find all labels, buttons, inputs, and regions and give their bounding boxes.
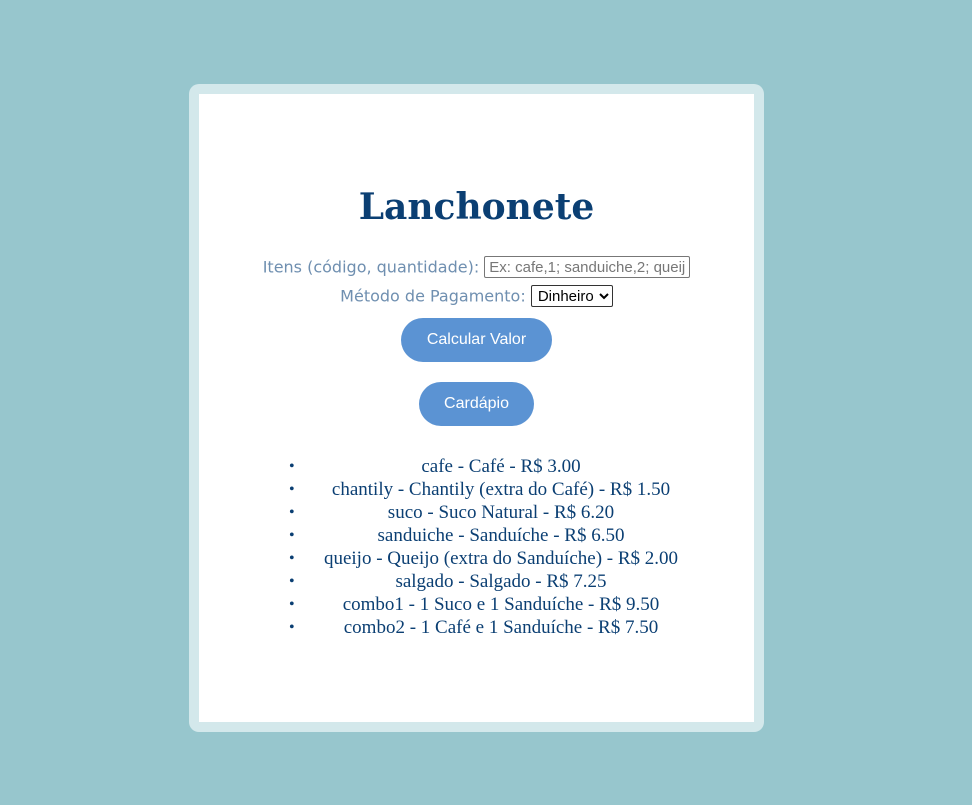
payment-label: Método de Pagamento:	[340, 286, 526, 306]
list-item: • queijo - Queijo (extra do Sanduíche) - …	[289, 548, 679, 569]
bullet-icon: •	[289, 619, 295, 636]
list-item: • combo2 - 1 Café e 1 Sanduíche - R$ 7.50	[289, 617, 659, 638]
bullet-icon: •	[289, 596, 295, 613]
list-item: • sanduiche - Sanduíche - R$ 6.50	[289, 525, 625, 546]
menu-button[interactable]: Cardápio	[419, 382, 534, 426]
payment-method-select[interactable]: Dinheiro	[530, 285, 613, 307]
bullet-icon: •	[289, 527, 295, 544]
bullet-icon: •	[289, 504, 295, 521]
list-item: • combo1 - 1 Suco e 1 Sanduíche - R$ 9.50	[289, 594, 660, 615]
app-card: Lanchonete Itens (código, quantidade): M…	[199, 94, 754, 722]
calculate-button[interactable]: Calcular Valor	[401, 318, 552, 362]
list-item: • cafe - Café - R$ 3.00	[289, 456, 581, 477]
payment-row: Método de Pagamento: Dinheiro	[199, 285, 754, 307]
menu-list: • cafe - Café - R$ 3.00 • chantily - Chant…	[284, 455, 684, 639]
items-label: Itens (código, quantidade):	[262, 257, 480, 277]
list-item: • salgado - Salgado - R$ 7.25	[289, 571, 607, 592]
bullet-icon: •	[289, 550, 295, 567]
items-input[interactable]	[484, 256, 691, 278]
app-card-frame: Lanchonete Itens (código, quantidade): M…	[189, 84, 764, 732]
page-title: Lanchonete	[358, 186, 595, 228]
bullet-icon: •	[289, 458, 295, 475]
bullet-icon: •	[289, 481, 295, 498]
bullet-icon: •	[289, 573, 295, 590]
list-item: • chantily - Chantily (extra do Café) - R…	[289, 479, 671, 500]
list-item: • suco - Suco Natural - R$ 6.20	[289, 502, 615, 523]
items-row: Itens (código, quantidade):	[199, 256, 754, 278]
